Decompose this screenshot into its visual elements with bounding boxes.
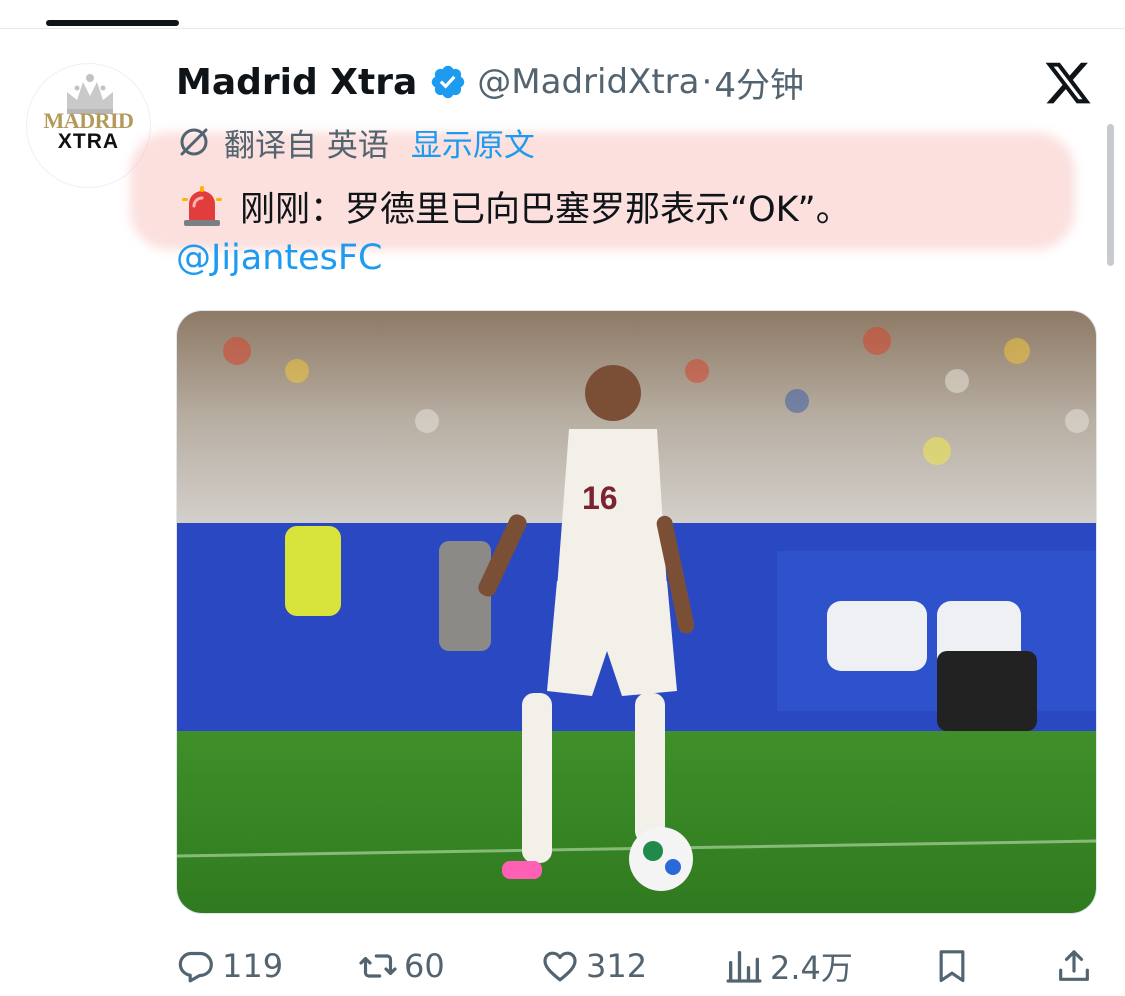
scrollbar[interactable] (1107, 124, 1114, 266)
photo-illustration: 16 (177, 311, 1096, 913)
x-logo-icon[interactable] (1043, 58, 1093, 108)
translation-row: 翻译自 英语 显示原文 (176, 120, 535, 164)
view-count: 2.4万 (770, 949, 853, 987)
share-icon (1059, 950, 1089, 981)
views-button[interactable]: 2.4万 (724, 940, 853, 992)
timestamp[interactable]: 4分钟 (714, 58, 804, 107)
reply-button[interactable]: 119 (176, 940, 283, 992)
top-tab-indicator (46, 20, 179, 26)
tweet-body: 刚刚：罗德里已向巴塞罗那表示“OK”。 (240, 189, 851, 230)
tweet-text: 刚刚：罗德里已向巴塞罗那表示“OK”。 (180, 180, 851, 232)
divider (0, 28, 1125, 29)
translated-from-label: 翻译自 英语 (224, 127, 389, 164)
verified-badge-icon[interactable] (429, 63, 467, 101)
tweet-photo[interactable]: 16 (176, 310, 1097, 914)
show-original-link[interactable]: 显示原文 (411, 120, 535, 165)
bookmark-icon (939, 950, 965, 983)
action-bar: 119 60 312 2.4万 (176, 940, 1096, 992)
like-button[interactable]: 312 (540, 940, 647, 992)
siren-icon (182, 186, 222, 226)
bookmark-button[interactable] (932, 940, 972, 992)
translate-icon (180, 128, 208, 156)
mention-link[interactable]: @JijantesFC (176, 238, 382, 278)
repost-count: 60 (404, 947, 445, 985)
tweet-header: Madrid Xtra @MadridXtra · 4分钟 (176, 58, 804, 106)
repost-icon (359, 954, 397, 978)
avatar-logo-subtext: XTRA (57, 130, 120, 153)
reply-count: 119 (222, 947, 284, 985)
svg-text:16: 16 (582, 480, 618, 516)
like-icon (543, 951, 577, 982)
like-count: 312 (586, 947, 648, 985)
separator: · (701, 62, 713, 102)
author-handle[interactable]: @MadridXtra (477, 62, 699, 102)
display-name[interactable]: Madrid Xtra (176, 62, 417, 103)
reply-icon (178, 951, 213, 983)
views-icon (726, 951, 762, 983)
share-button[interactable] (1054, 940, 1094, 992)
repost-button[interactable]: 60 (358, 940, 445, 992)
